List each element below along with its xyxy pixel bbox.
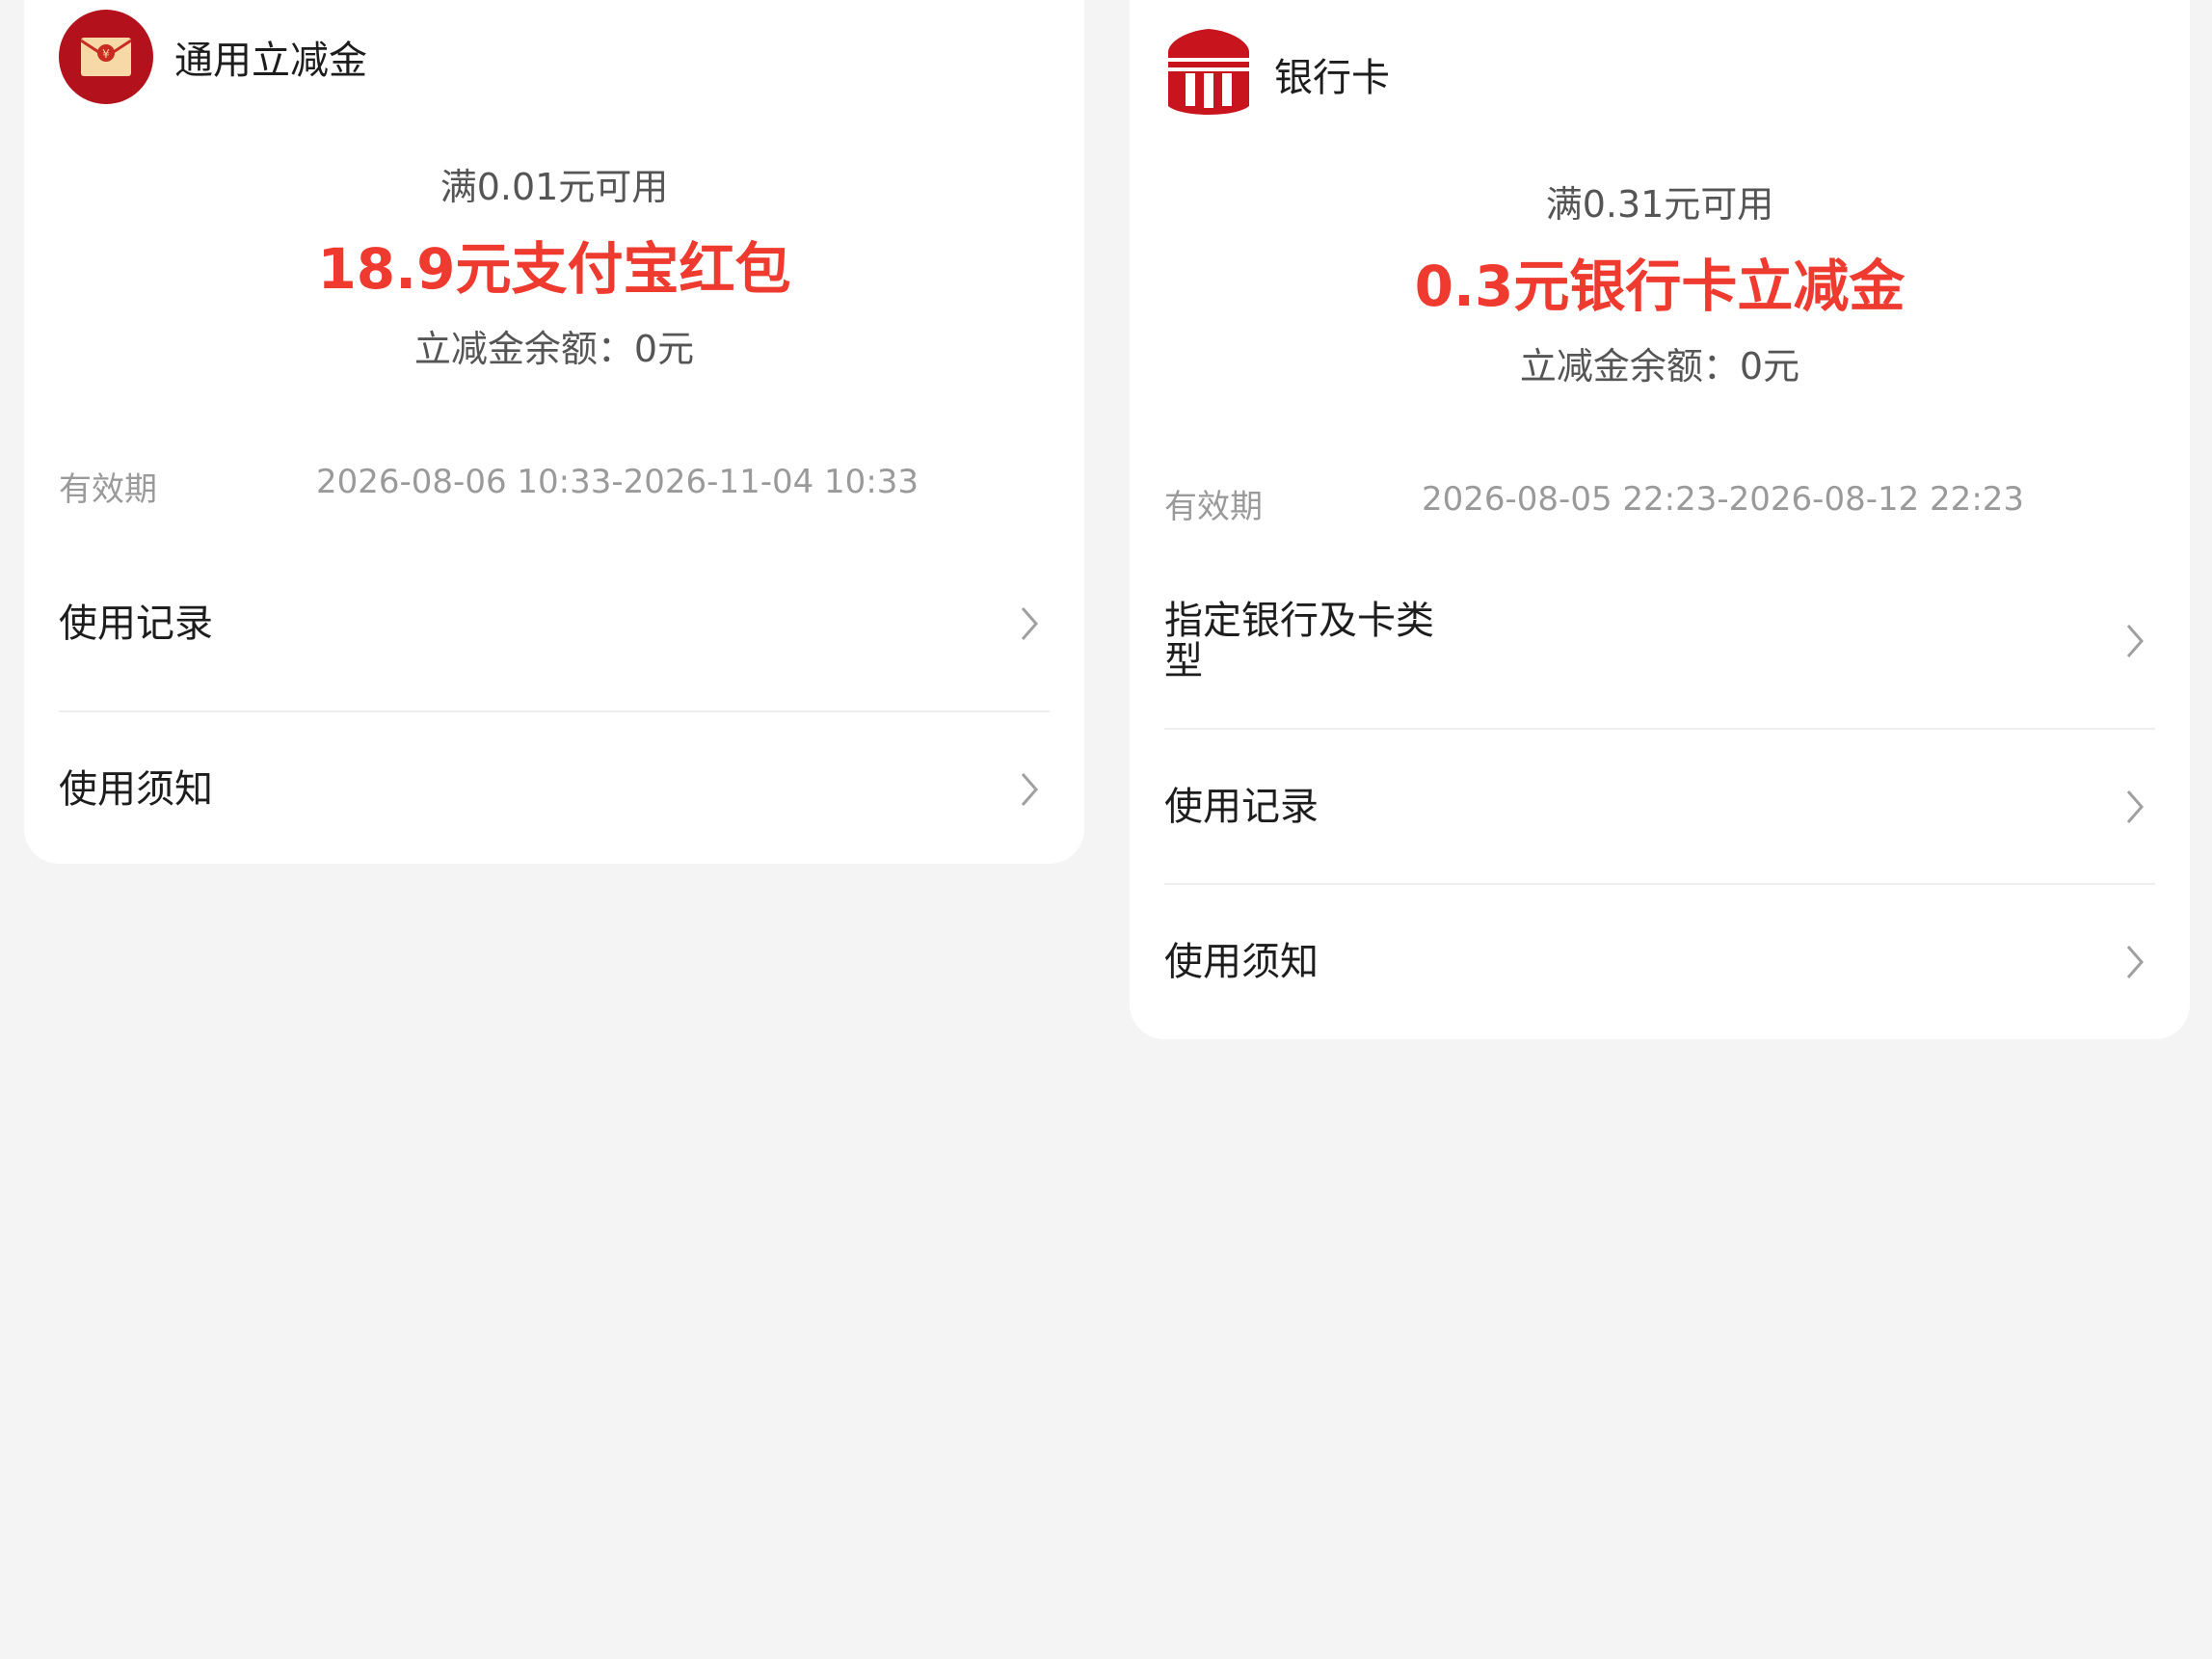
coupon-amount: 0.3元银行卡立减金 bbox=[1414, 254, 1906, 319]
chevron-right-icon bbox=[1013, 768, 1046, 811]
coupon-balance: 立减金余额：0元 bbox=[1519, 345, 1800, 388]
row-label: 使用记录 bbox=[1164, 784, 1319, 829]
row-usage-notice[interactable]: 使用须知 bbox=[1164, 883, 2155, 1038]
row-designated-bank-card[interactable]: 指定银行及卡类型 bbox=[1164, 563, 2155, 718]
red-envelope-icon: ¥ bbox=[59, 10, 153, 104]
validity-value: 2026-08-05 22:23-2026-08-12 22:23 bbox=[1422, 480, 2025, 519]
validity-period: 有效期 2026-08-06 10:33-2026-11-04 10:33 bbox=[59, 463, 1050, 510]
validity-period: 有效期 2026-08-05 22:23-2026-08-12 22:23 bbox=[1164, 480, 2155, 527]
row-usage-records[interactable]: 使用记录 bbox=[1164, 728, 2155, 883]
usage-condition: 满0.01元可用 bbox=[440, 166, 669, 208]
row-label: 使用记录 bbox=[59, 601, 213, 646]
row-label: 指定银行及卡类型 bbox=[1164, 598, 1434, 683]
chevron-right-icon bbox=[2119, 941, 2151, 983]
card-header: 银行卡 bbox=[1164, 27, 1390, 121]
validity-label: 有效期 bbox=[1164, 488, 1263, 526]
svg-text:¥: ¥ bbox=[102, 47, 110, 61]
validity-label: 有效期 bbox=[59, 470, 157, 509]
row-label: 使用须知 bbox=[1164, 939, 1319, 984]
chevron-right-icon bbox=[2119, 620, 2151, 662]
coupon-summary: 满0.31元可用 0.3元银行卡立减金 立减金余额：0元 bbox=[1130, 181, 2190, 389]
row-label: 使用须知 bbox=[59, 766, 213, 812]
row-usage-notice[interactable]: 使用须知 bbox=[59, 710, 1050, 866]
row-usage-records[interactable]: 使用记录 bbox=[59, 546, 1050, 701]
coupon-balance: 立减金余额：0元 bbox=[413, 328, 695, 370]
card-title: 银行卡 bbox=[1274, 56, 1390, 100]
usage-condition: 满0.31元可用 bbox=[1545, 183, 1774, 226]
coupon-card-general: ¥ 通用立减金 满0.01元可用 18.9元支付宝红包 立减金余额：0元 有效期… bbox=[24, 0, 1084, 864]
bank-icon bbox=[1164, 27, 1253, 121]
validity-value: 2026-08-06 10:33-2026-11-04 10:33 bbox=[316, 463, 919, 501]
card-title: 通用立减金 bbox=[174, 39, 367, 83]
chevron-right-icon bbox=[2119, 786, 2151, 828]
chevron-right-icon bbox=[1013, 602, 1046, 645]
card-header: ¥ 通用立减金 bbox=[59, 10, 367, 104]
coupon-amount: 18.9元支付宝红包 bbox=[317, 236, 791, 302]
coupon-card-bank: 银行卡 满0.31元可用 0.3元银行卡立减金 立减金余额：0元 有效期 202… bbox=[1130, 0, 2190, 1039]
coupon-summary: 满0.01元可用 18.9元支付宝红包 立减金余额：0元 bbox=[24, 164, 1084, 372]
